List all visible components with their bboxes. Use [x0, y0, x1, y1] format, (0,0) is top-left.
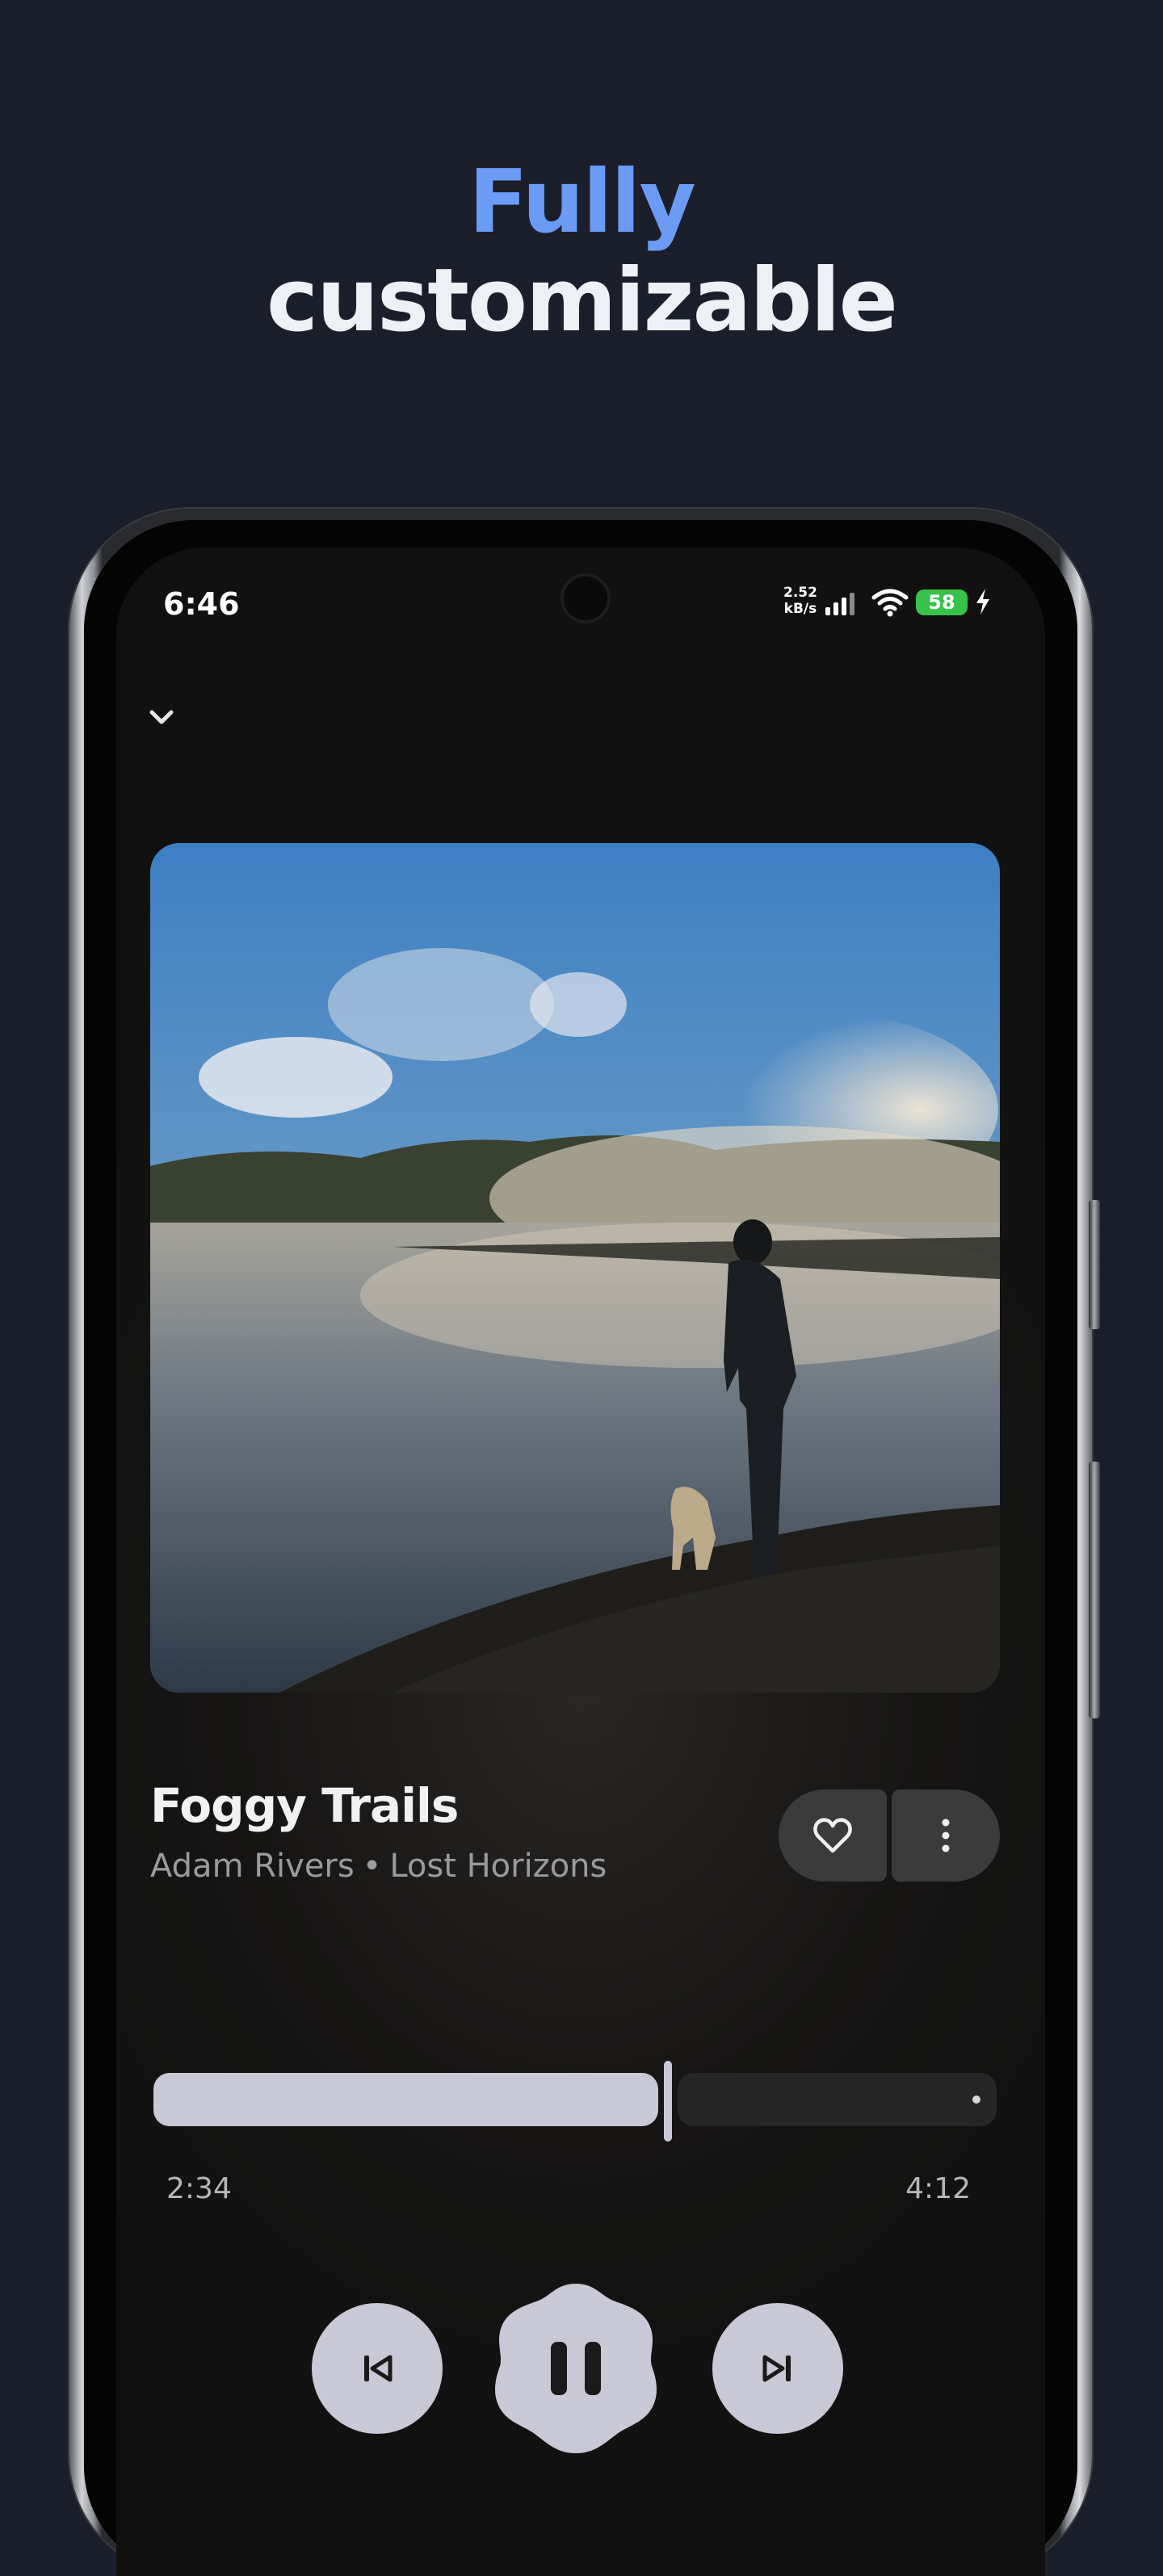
signal-icon: [825, 593, 854, 615]
wifi-icon: [871, 589, 909, 617]
total-duration: 4:12: [905, 2172, 971, 2205]
charging-bolt-icon: [976, 589, 989, 615]
headline-rest: customizable: [267, 250, 898, 351]
favorite-button[interactable]: [779, 1789, 887, 1882]
seek-bar-thumb[interactable]: [664, 2061, 672, 2142]
network-speed-unit: kB/s: [783, 601, 817, 617]
battery-indicator: 58: [916, 589, 968, 615]
power-button: [1089, 1462, 1100, 1718]
headline-accent: Fully: [468, 152, 696, 253]
phone-bezel: 6:46 2.52 kB/s 58 Foggy Trails Adam Rive…: [84, 520, 1077, 2576]
volume-button: [1089, 1200, 1100, 1329]
track-subtitle: Adam Rivers • Lost Horizons: [150, 1848, 607, 1885]
album-name[interactable]: Lost Horizons: [389, 1848, 607, 1885]
next-button[interactable]: [712, 2303, 843, 2434]
more-options-button[interactable]: [892, 1789, 1000, 1882]
chevron-down-icon[interactable]: [144, 699, 179, 735]
phone-frame: 6:46 2.52 kB/s 58 Foggy Trails Adam Rive…: [69, 509, 1100, 2576]
seek-bar-remaining: [678, 2073, 997, 2126]
artist-name[interactable]: Adam Rivers: [150, 1848, 355, 1885]
skip-next-icon: [762, 2355, 791, 2382]
separator: •: [362, 1848, 382, 1885]
track-title: Foggy Trails: [150, 1778, 459, 1833]
elapsed-time: 2:34: [166, 2172, 232, 2205]
network-speed: 2.52 kB/s: [783, 585, 817, 617]
front-camera: [564, 577, 607, 620]
previous-button[interactable]: [312, 2303, 443, 2434]
network-speed-value: 2.52: [783, 585, 817, 601]
seek-bar-end-dot: [972, 2096, 980, 2104]
pause-button[interactable]: [486, 2279, 665, 2458]
screen: 6:46 2.52 kB/s 58 Foggy Trails Adam Rive…: [116, 548, 1045, 2576]
more-vertical-icon: [942, 1819, 950, 1852]
album-art: [150, 843, 1000, 1693]
seek-bar-played: [153, 2073, 658, 2126]
status-time: 6:46: [163, 586, 240, 622]
promo-headline: Fully customizable: [0, 153, 1163, 350]
skip-previous-icon: [364, 2355, 393, 2382]
heart-outline-icon: [813, 1818, 852, 1853]
